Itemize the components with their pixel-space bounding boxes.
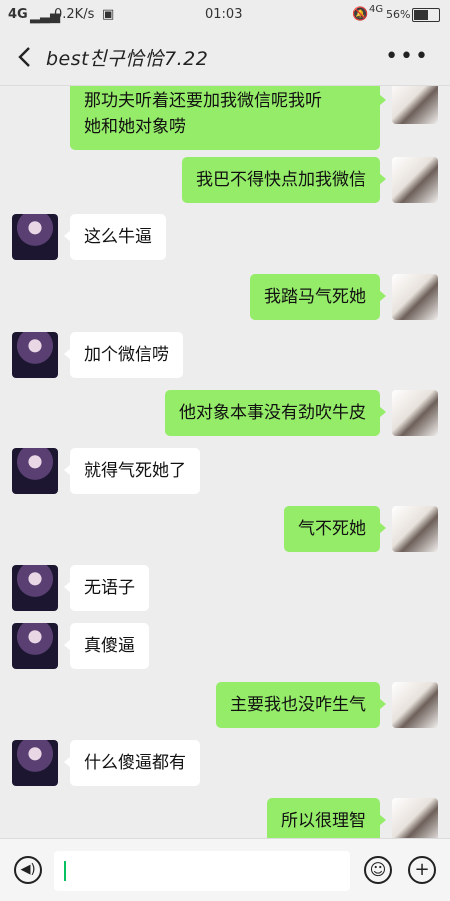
message-bubble[interactable]: 加个微信唠	[64, 332, 183, 378]
message-text: 气不死她	[298, 519, 366, 539]
message-bubble[interactable]: 那功夫听着还要加我微信呢我听 她和她对象唠	[70, 86, 386, 150]
message-text: 他对象本事没有劲吹牛皮	[179, 403, 366, 423]
clock: 01:03	[205, 7, 243, 22]
message-text: 就得气死她了	[84, 461, 186, 481]
message-bubble[interactable]: 就得气死她了	[64, 448, 200, 494]
text-caret	[64, 861, 66, 881]
battery-icon	[412, 8, 440, 22]
message-text: 什么傻逼都有	[84, 753, 186, 773]
chat-header: best친구恰恰7.22 •••	[0, 30, 450, 86]
message-text: 无语子	[84, 578, 135, 598]
message-bubble[interactable]: 什么傻逼都有	[64, 740, 200, 786]
my-avatar[interactable]	[392, 390, 438, 436]
network-speed: 0.2K/s	[54, 7, 95, 22]
back-arrow-icon[interactable]	[14, 44, 36, 70]
network-right-label: 4G	[369, 4, 384, 15]
sync-icon: ▣	[102, 7, 115, 22]
message-bubble[interactable]: 我巴不得快点加我微信	[182, 157, 386, 203]
message-bubble[interactable]: 真傻逼	[64, 623, 149, 669]
status-bar: 4G ▂▃▅ 0.2K/s ▣ 01:03 🔕 4G 56%	[0, 0, 450, 30]
message-bubble[interactable]: 气不死她	[284, 506, 386, 552]
contact-avatar[interactable]	[12, 740, 58, 786]
message-text: 我踏马气死她	[264, 287, 366, 307]
emoji-icon[interactable]: ☺	[364, 856, 392, 884]
message-list[interactable]: 那功夫听着还要加我微信呢我听 她和她对象唠 我巴不得快点加我微信 这么牛逼 我踏…	[0, 86, 450, 838]
message-input[interactable]	[54, 851, 350, 891]
voice-icon[interactable]: ◀)	[14, 856, 42, 884]
my-avatar[interactable]	[392, 506, 438, 552]
message-bubble[interactable]: 无语子	[64, 565, 149, 611]
message-text: 真傻逼	[84, 636, 135, 656]
add-icon[interactable]: +	[408, 856, 436, 884]
contact-avatar[interactable]	[12, 565, 58, 611]
message-text: 主要我也没咋生气	[230, 695, 366, 715]
message-bubble[interactable]: 我踏马气死她	[250, 274, 386, 320]
more-options-icon[interactable]: •••	[385, 44, 430, 69]
my-avatar[interactable]	[392, 682, 438, 728]
contact-avatar[interactable]	[12, 448, 58, 494]
contact-avatar[interactable]	[12, 332, 58, 378]
mute-icon: 🔕	[352, 7, 369, 22]
message-bubble[interactable]: 所以很理智	[267, 798, 386, 838]
message-text: 我巴不得快点加我微信	[196, 170, 366, 190]
message-text: 所以很理智	[281, 811, 366, 831]
message-bubble[interactable]: 这么牛逼	[64, 214, 166, 260]
message-text-line: 那功夫听着还要加我微信呢我听	[84, 91, 322, 111]
message-bubble[interactable]: 他对象本事没有劲吹牛皮	[165, 390, 386, 436]
my-avatar[interactable]	[392, 798, 438, 838]
message-text: 这么牛逼	[84, 227, 152, 247]
my-avatar[interactable]	[392, 86, 438, 124]
input-bar: ◀) ☺ +	[0, 838, 450, 901]
my-avatar[interactable]	[392, 274, 438, 320]
network-label: 4G	[8, 7, 28, 22]
message-text-line: 她和她对象唠	[84, 117, 186, 137]
message-text: 加个微信唠	[84, 345, 169, 365]
battery-percent: 56%	[386, 8, 411, 21]
chat-title: best친구恰恰7.22	[46, 48, 209, 70]
my-avatar[interactable]	[392, 157, 438, 203]
message-bubble[interactable]: 主要我也没咋生气	[216, 682, 386, 728]
contact-avatar[interactable]	[12, 214, 58, 260]
contact-avatar[interactable]	[12, 623, 58, 669]
